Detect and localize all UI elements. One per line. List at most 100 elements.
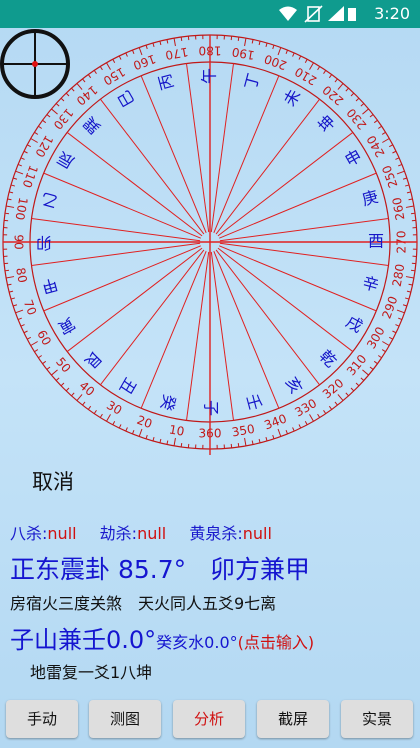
- sector-line: [219, 172, 377, 239]
- degree-label: 130: [51, 106, 76, 133]
- dial-tick: [382, 341, 390, 346]
- mountain-label: 子: [202, 400, 221, 416]
- mountain-label: 艮: [81, 348, 106, 373]
- level-bubble: [32, 61, 38, 67]
- dial-tick: [34, 349, 39, 353]
- dial-tick: [7, 283, 12, 286]
- mountain-label: 辰: [54, 148, 77, 172]
- dial-tick: [404, 184, 410, 187]
- sector-line: [219, 245, 377, 312]
- dial-tick: [15, 170, 24, 175]
- mountain-label: 壬: [243, 392, 265, 412]
- mountain-label: 戌: [343, 312, 366, 336]
- compass-dial[interactable]: 102030405060708090100110120130140150160 1…: [0, 28, 420, 458]
- dial-tick: [237, 442, 240, 448]
- mountain-label: 癸: [157, 392, 179, 412]
- dial-tick: [373, 360, 378, 365]
- dial-tick: [402, 177, 408, 180]
- dial-tick: [76, 394, 83, 401]
- mountain-label: 申: [342, 146, 365, 170]
- dial-tick: [408, 198, 413, 201]
- dial-tick: [328, 74, 333, 79]
- degree-label: 80: [13, 267, 29, 284]
- degree-label: 190: [231, 45, 256, 63]
- mountain-label: 辛: [360, 273, 380, 295]
- dial-tick: [381, 349, 386, 353]
- degree-label: 200: [262, 52, 288, 73]
- degree-label: 340: [262, 411, 288, 432]
- degree-label: 170: [164, 45, 189, 63]
- dial-tick: [323, 70, 327, 74]
- sector-line: [210, 251, 234, 421]
- dial-tick: [6, 276, 15, 279]
- dial-tick: [334, 78, 338, 83]
- degree-label: 350: [231, 422, 256, 440]
- degree-label: 160: [131, 52, 157, 73]
- dial-tick: [328, 405, 333, 410]
- dial-tick: [381, 131, 386, 135]
- sector-line: [140, 251, 207, 409]
- dial-tick: [145, 44, 148, 50]
- sector-line: [66, 132, 203, 237]
- dial-tick: [304, 58, 308, 63]
- dial-tick: [82, 78, 86, 83]
- sector-line: [100, 249, 205, 386]
- dial-tick: [355, 97, 360, 102]
- dial-tick: [285, 49, 289, 54]
- mountain-label: 坤: [314, 112, 339, 137]
- dial-tick: [317, 66, 321, 71]
- cancel-button[interactable]: 取消: [32, 466, 74, 496]
- dial-tick: [20, 157, 25, 160]
- degree-label: 290: [379, 294, 400, 320]
- dial-tick: [55, 103, 60, 107]
- dial-tick: [17, 163, 22, 167]
- mountain-label: 丙: [155, 72, 177, 92]
- dial-tick: [378, 125, 382, 129]
- degree-label: 280: [390, 263, 408, 288]
- sector-line: [210, 63, 234, 233]
- dial-tick: [51, 108, 58, 115]
- dial-tick: [112, 421, 116, 426]
- dial-tick: [285, 430, 289, 435]
- dial-tick: [292, 52, 295, 57]
- dial-tick: [373, 119, 378, 124]
- input-hint-link[interactable]: (点击输入): [238, 633, 315, 652]
- manual-button[interactable]: 手动: [6, 700, 78, 738]
- dial-tick: [317, 413, 321, 418]
- dial-tick: [382, 138, 390, 143]
- dial-tick: [34, 131, 39, 135]
- dial-tick: [106, 62, 111, 70]
- huangquan-value: null: [242, 524, 272, 543]
- dial-tick: [10, 184, 16, 187]
- sector-line: [140, 75, 207, 233]
- dial-tick: [392, 330, 397, 334]
- dial-tick: [406, 290, 411, 293]
- mountain-label: 丁: [241, 71, 263, 91]
- mountain-label: 乾: [316, 346, 341, 371]
- app-screen: 3:20 10 20 30 40 50 60 70 80 90 100 110 120 130 140 15…: [0, 0, 420, 748]
- direction-sub: 卯方兼甲: [209, 555, 310, 584]
- degree-label: 260: [390, 196, 408, 221]
- sector-line: [215, 249, 320, 386]
- screenshot-button[interactable]: 截屏: [257, 700, 329, 738]
- degree-label: 220: [320, 83, 347, 108]
- dial-tick: [46, 114, 51, 118]
- dial-tick: [6, 205, 15, 208]
- degree-label: 10: [168, 422, 185, 438]
- status-bar: 3:20: [0, 0, 420, 28]
- dial-tick: [9, 191, 14, 194]
- sector-line: [217, 132, 354, 237]
- dial-tick: [112, 58, 116, 63]
- bazha-label: 八杀:: [10, 524, 48, 543]
- mountain-label: 卯: [36, 234, 52, 253]
- live-button[interactable]: 实景: [341, 700, 413, 738]
- analyze-button[interactable]: 分析: [173, 700, 245, 738]
- dial-tick: [125, 427, 128, 432]
- dial-tick: [408, 283, 413, 286]
- mountain-row[interactable]: 子山兼壬0.0°癸亥水0.0°(点击输入): [10, 620, 314, 655]
- dial-tick: [369, 114, 374, 118]
- measure-button[interactable]: 测图: [89, 700, 161, 738]
- jiesha-value: null: [137, 524, 167, 543]
- dial-tick: [138, 47, 143, 56]
- degree-label: 20: [135, 413, 154, 431]
